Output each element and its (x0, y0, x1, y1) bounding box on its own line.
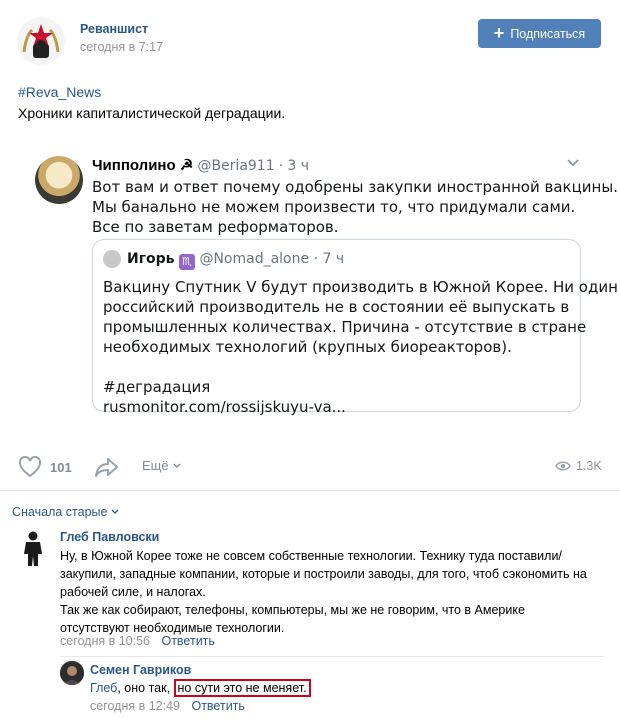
community-avatar[interactable] (16, 16, 66, 66)
comment-line: закупили, западные компании, которые и п… (60, 567, 587, 581)
more-label: Ещё (142, 458, 169, 473)
reply-link[interactable]: Ответить (191, 699, 244, 713)
comment-meta: сегодня в 10:56 Ответить (60, 634, 215, 648)
comment-line: рабочей силе, и налогах. (60, 585, 206, 599)
comment-avatar[interactable] (20, 530, 46, 566)
tweet-author-emoji: ☭ (179, 157, 194, 174)
quoted-line (103, 357, 573, 377)
reply-date[interactable]: сегодня в 12:49 (90, 699, 180, 713)
post-text: Хроники капиталистической деградации. (18, 105, 286, 121)
views-counter: 1.3K (555, 459, 602, 473)
comments-sort-toggle[interactable]: Сначала старые (12, 505, 120, 519)
heart-icon (18, 456, 42, 478)
reply-meta: сегодня в 12:49 Ответить (90, 699, 245, 713)
quoted-line: необходимых технологий (крупных биореакт… (103, 338, 512, 356)
like-count: 101 (50, 459, 72, 475)
like-button[interactable]: 101 (18, 456, 72, 478)
sort-label: Сначала старые (12, 505, 108, 519)
tweet-author-avatar[interactable] (35, 156, 83, 204)
more-button[interactable]: Ещё (142, 458, 182, 473)
plus-icon: + (493, 22, 505, 43)
quoted-author-name: Игорь (127, 251, 175, 267)
subscribe-label: Подписаться (510, 26, 586, 41)
quoted-text: Вакцину Спутник V будут производить в Юж… (103, 277, 618, 417)
comment-text: Ну, в Южной Корее тоже не совсем собстве… (60, 547, 610, 637)
tweet-author-name[interactable]: Чипполино (92, 157, 176, 174)
chevron-down-icon (111, 509, 119, 514)
tweet-line: Мы банально не можем произвести то, что … (92, 198, 576, 216)
tweet-header: Чипполино ☭ @Beria911 · 3 ч (92, 157, 310, 174)
post-hashtag[interactable]: #Reva_News (18, 84, 101, 100)
quoted-handle: @Nomad_alone (199, 251, 310, 267)
reply-text-part: , оно так, (117, 681, 174, 695)
quoted-line: промышленных количествах. Причина - отсу… (103, 318, 587, 336)
chevron-down-icon (173, 463, 181, 468)
quoted-tweet[interactable]: Игорь ♏ @Nomad_alone · 7 ч Вакцину Спутн… (92, 239, 618, 416)
divider (0, 490, 620, 491)
reply-author[interactable]: Семен Гавриков (90, 663, 191, 677)
reply-mention[interactable]: Глеб (90, 681, 117, 695)
tweet-handle[interactable]: @Beria911 (197, 158, 274, 174)
comment-line: Ну, в Южной Корее тоже не совсем собстве… (60, 549, 562, 563)
reply-avatar[interactable] (60, 661, 84, 685)
comment-divider (60, 656, 605, 657)
comment-line: Так же как собирают, телефоны, компьютер… (60, 603, 525, 617)
highlighted-text: но сути это не меняет. (173, 679, 311, 697)
tweet-line: Все по заветам реформаторов. (92, 218, 339, 236)
share-button[interactable] (94, 456, 120, 481)
quoted-header: Игорь ♏ @Nomad_alone · 7 ч (127, 251, 345, 270)
reply-text: Глеб, оно так, но сути это не меняет. (90, 679, 311, 697)
quoted-hashtag: #деградация (103, 378, 211, 396)
quoted-link: rusmonitor.com/rossijskuyu-va... (103, 398, 346, 416)
views-count: 1.3K (576, 459, 602, 473)
quoted-line: российский производитель не в состоянии … (103, 298, 570, 316)
quoted-time: 7 ч (322, 251, 345, 267)
tweet-time: 3 ч (287, 158, 310, 174)
reply-link[interactable]: Ответить (161, 634, 214, 648)
post-author[interactable]: Реваншист (80, 22, 148, 36)
quoted-line: Вакцину Спутник V будут производить в Юж… (103, 278, 618, 296)
comment-date[interactable]: сегодня в 10:56 (60, 634, 150, 648)
scorpio-badge-icon: ♏ (178, 254, 195, 270)
subscribe-button[interactable]: + Подписаться (478, 19, 601, 48)
eye-icon (555, 461, 571, 471)
share-arrow-icon (95, 458, 118, 477)
post-date[interactable]: сегодня в 7:17 (80, 40, 163, 54)
comment-author[interactable]: Глеб Павловски (60, 530, 159, 544)
quoted-author-avatar (103, 250, 121, 268)
tweet-text: Вот вам и ответ почему одобрены закупки … (92, 177, 618, 237)
chevron-down-icon[interactable] (566, 155, 580, 169)
tweet-line: Вот вам и ответ почему одобрены закупки … (92, 178, 618, 196)
